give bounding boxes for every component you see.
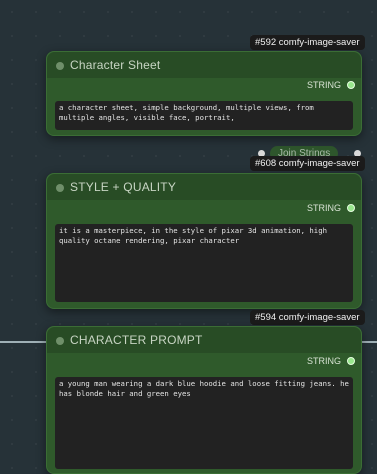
output-label: STRING — [306, 203, 341, 213]
node-title: Character Sheet — [70, 58, 161, 72]
node-header[interactable]: STYLE + QUALITY — [47, 174, 361, 200]
node-badge-608: #608 comfy-image-saver — [250, 156, 365, 171]
prompt-text: a character sheet, simple background, mu… — [59, 103, 314, 122]
node-title: CHARACTER PROMPT — [70, 333, 203, 347]
node-badge-592: #592 comfy-image-saver — [250, 35, 365, 50]
node-title: STYLE + QUALITY — [70, 180, 177, 194]
output-row: STRING — [307, 80, 355, 90]
node-header[interactable]: CHARACTER PROMPT — [47, 327, 361, 353]
workflow-canvas[interactable]: Join Strings #592 comfy-image-saver Char… — [0, 0, 377, 474]
prompt-textarea[interactable]: a character sheet, simple background, mu… — [55, 101, 353, 130]
prompt-text: it is a masterpiece, in the style of pix… — [59, 226, 327, 245]
character-sheet-node[interactable]: Character Sheet STRING a character sheet… — [46, 51, 362, 136]
prompt-textarea[interactable]: it is a masterpiece, in the style of pix… — [55, 224, 353, 302]
output-row: STRING — [307, 203, 355, 213]
output-label: STRING — [306, 80, 341, 90]
node-badge-594: #594 comfy-image-saver — [250, 310, 365, 325]
character-prompt-node[interactable]: CHARACTER PROMPT STRING a young man wear… — [46, 326, 362, 474]
collapse-dot-icon[interactable] — [56, 337, 64, 345]
output-slot-icon[interactable] — [347, 204, 355, 212]
output-slot-icon[interactable] — [347, 81, 355, 89]
output-slot-icon[interactable] — [347, 357, 355, 365]
prompt-textarea[interactable]: a young man wearing a dark blue hoodie a… — [55, 377, 353, 469]
collapse-dot-icon[interactable] — [56, 184, 64, 192]
collapse-dot-icon[interactable] — [56, 62, 64, 70]
node-header[interactable]: Character Sheet — [47, 52, 361, 78]
style-quality-node[interactable]: STYLE + QUALITY STRING it is a masterpie… — [46, 173, 362, 309]
prompt-text: a young man wearing a dark blue hoodie a… — [59, 379, 349, 398]
output-label: STRING — [306, 356, 341, 366]
output-row: STRING — [307, 356, 355, 366]
